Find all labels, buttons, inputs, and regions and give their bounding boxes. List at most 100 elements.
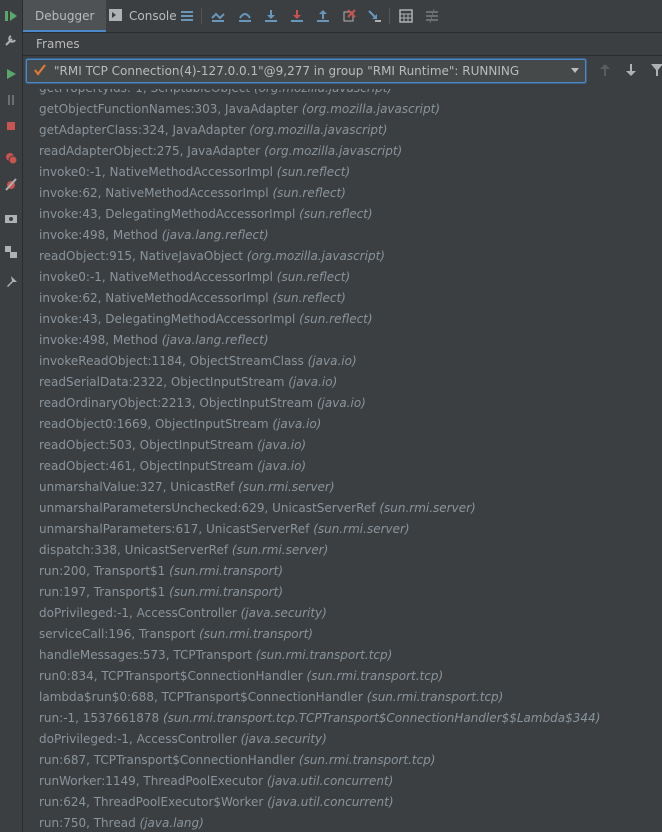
frame-row[interactable]: readObject0:1669, ObjectInputStream (jav… [23,414,662,435]
previous-frame-icon[interactable] [597,62,613,78]
trace-icon[interactable] [424,8,440,24]
frame-package: (java.lang.reflect) [161,333,269,347]
frame-row[interactable]: invoke:62, NativeMethodAccessorImpl (sun… [23,183,662,204]
frame-row[interactable]: readAdapterObject:275, JavaAdapter (org.… [23,141,662,162]
frame-method: readAdapterObject:275, JavaAdapter [39,144,261,158]
evaluate-expression-icon[interactable] [398,8,414,24]
frame-method: run:200, Transport$1 [39,564,166,578]
frame-row[interactable]: unmarshalParametersUnchecked:629, Unicas… [23,498,662,519]
tab-console-label: Console [129,9,177,23]
resume-icon[interactable] [3,8,19,24]
frame-row[interactable]: readObject:915, NativeJavaObject (org.mo… [23,246,662,267]
debug-side-toolbar [0,0,23,832]
frame-method: unmarshalParameters:617, UnicastServerRe… [39,522,310,536]
tab-debugger[interactable]: Debugger [23,0,107,32]
thread-dropdown[interactable]: "RMI TCP Connection(4)-127.0.0.1"@9,277 … [26,59,586,83]
tab-console[interactable]: Console [109,0,177,32]
frame-package: (java.security) [240,606,327,620]
frame-method: run:-1, 1537661878 [39,711,160,725]
frame-row[interactable]: unmarshalValue:327, UnicastRef (sun.rmi.… [23,477,662,498]
run-to-cursor-icon[interactable] [367,8,383,24]
mute-breakpoints-icon[interactable] [3,176,19,192]
frame-method: getObjectFunctionNames:303, JavaAdapter [39,102,299,116]
frame-method: invoke:498, Method [39,228,158,242]
frame-package: (java.io) [307,354,357,368]
frame-row[interactable]: invoke0:-1, NativeMethodAccessorImpl (su… [23,162,662,183]
frame-package: (sun.rmi.server) [231,543,329,557]
stop-icon[interactable] [3,118,19,134]
frame-row[interactable]: readObject:503, ObjectInputStream (java.… [23,435,662,456]
frame-row[interactable]: handleMessages:573, TCPTransport (sun.rm… [23,645,662,666]
frame-row[interactable]: run:687, TCPTransport$ConnectionHandler … [23,750,662,771]
camera-icon[interactable] [3,210,19,226]
frames-title: Frames [36,37,80,51]
thread-selector-row: "RMI TCP Connection(4)-127.0.0.1"@9,277 … [23,56,662,88]
frame-row[interactable]: serviceCall:196, Transport (sun.rmi.tran… [23,624,662,645]
frame-method: readOrdinaryObject:2213, ObjectInputStre… [39,396,314,410]
frame-row[interactable]: run0:834, TCPTransport$ConnectionHandler… [23,666,662,687]
frame-row[interactable]: unmarshalParameters:617, UnicastServerRe… [23,519,662,540]
frame-row[interactable]: invoke:498, Method (java.lang.reflect) [23,225,662,246]
frame-row[interactable]: invoke:498, Method (java.lang.reflect) [23,330,662,351]
frame-row[interactable]: run:197, Transport$1 (sun.rmi.transport) [23,582,662,603]
frame-row[interactable]: dispatch:338, UnicastServerRef (sun.rmi.… [23,540,662,561]
frame-row[interactable]: run:200, Transport$1 (sun.rmi.transport) [23,561,662,582]
frame-row[interactable]: run:-1, 1537661878 (sun.rmi.transport.tc… [23,708,662,729]
frame-row[interactable]: readOrdinaryObject:2213, ObjectInputStre… [23,393,662,414]
frame-row[interactable]: run:624, ThreadPoolExecutor$Worker (java… [23,792,662,813]
frame-method: invoke:43, DelegatingMethodAccessorImpl [39,207,296,221]
frame-method: invoke0:-1, NativeMethodAccessorImpl [39,270,273,284]
frame-row[interactable]: invoke:43, DelegatingMethodAccessorImpl … [23,309,662,330]
frame-package: (java.io) [272,417,322,431]
frame-row[interactable]: doPrivileged:-1, AccessController (java.… [23,603,662,624]
frame-row[interactable]: runWorker:1149, ThreadPoolExecutor (java… [23,771,662,792]
menu-icon[interactable] [179,8,195,24]
frame-method: readSerialData:2322, ObjectInputStream [39,375,285,389]
frame-package: (java.io) [316,396,366,410]
frame-package: (sun.reflect) [276,270,351,284]
frame-row[interactable]: run:750, Thread (java.lang) [23,813,662,832]
console-icon [109,9,122,21]
frame-package: (sun.rmi.transport) [169,564,283,578]
frame-row[interactable]: readObject:461, ObjectInputStream (java.… [23,456,662,477]
pin-icon[interactable] [3,274,19,290]
frame-row[interactable]: invoke:62, NativeMethodAccessorImpl (sun… [23,288,662,309]
frame-package: (java.io) [257,459,307,473]
restore-layout-icon[interactable] [3,244,19,260]
frame-row[interactable]: getObjectFunctionNames:303, JavaAdapter … [23,99,662,120]
frame-row[interactable]: invoke0:-1, NativeMethodAccessorImpl (su… [23,267,662,288]
filter-icon[interactable] [649,62,662,78]
frame-row[interactable]: invoke:43, DelegatingMethodAccessorImpl … [23,204,662,225]
frame-row[interactable]: getPropertyIds:-1, ScriptableObject (org… [23,89,662,99]
frame-method: invoke:498, Method [39,333,158,347]
step-out-icon[interactable] [315,8,331,24]
frame-method: getAdapterClass:324, JavaAdapter [39,123,246,137]
frame-method: run0:834, TCPTransport$ConnectionHandler [39,669,303,683]
next-frame-icon[interactable] [623,62,639,78]
frame-package: (java.io) [257,438,307,452]
step-into-icon[interactable] [263,8,279,24]
frame-package: (sun.reflect) [276,165,351,179]
frame-package: (sun.reflect) [299,312,373,326]
frame-row[interactable]: doPrivileged:-1, AccessController (java.… [23,729,662,750]
step-over-icon[interactable] [237,8,253,24]
settings-icon[interactable] [3,32,19,48]
frame-method: unmarshalValue:327, UnicastRef [39,480,235,494]
pause-icon[interactable] [3,92,19,108]
frame-row[interactable]: readSerialData:2322, ObjectInputStream (… [23,372,662,393]
frame-row[interactable]: lambda$run$0:688, TCPTransport$Connectio… [23,687,662,708]
force-step-into-icon[interactable] [289,8,305,24]
show-execution-point-icon[interactable] [210,8,226,24]
frame-package: (sun.reflect) [299,207,373,221]
frame-method: unmarshalParametersUnchecked:629, Unicas… [39,501,376,515]
rerun-icon[interactable] [3,66,19,82]
frame-row[interactable]: invokeReadObject:1184, ObjectStreamClass… [23,351,662,372]
frames-list: getPropertyIds:-1, ScriptableObject (org… [23,89,662,832]
frame-package: (sun.rmi.server) [379,501,476,515]
view-breakpoints-icon[interactable] [3,150,19,166]
frame-package: (sun.rmi.server) [313,522,410,536]
frame-row[interactable]: getAdapterClass:324, JavaAdapter (org.mo… [23,120,662,141]
toolbar-separator [201,8,202,24]
drop-frame-icon[interactable] [341,8,357,24]
frame-method: runWorker:1149, ThreadPoolExecutor [39,774,264,788]
